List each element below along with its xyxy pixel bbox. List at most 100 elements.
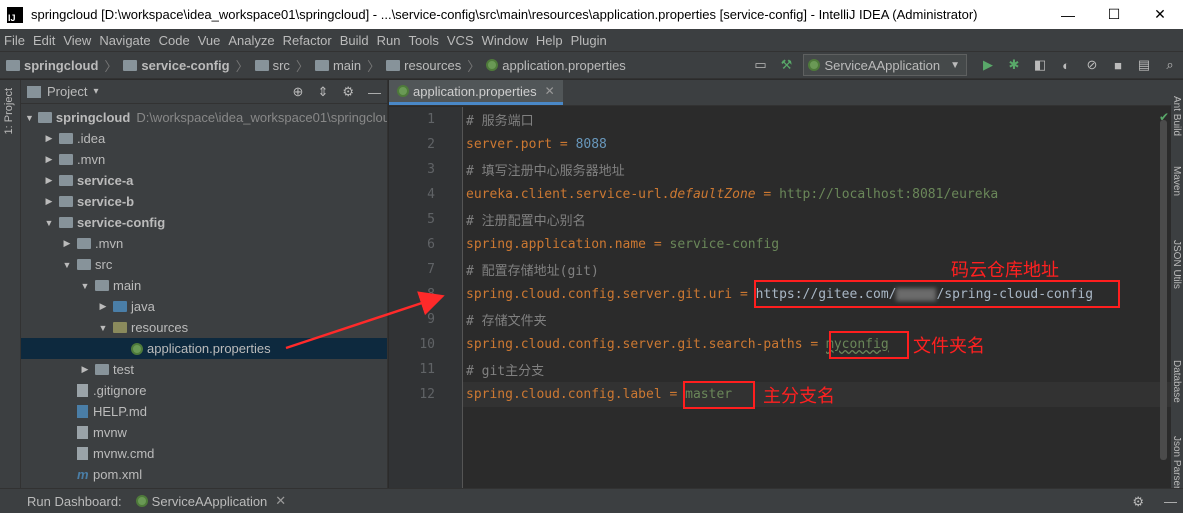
close-tab-icon[interactable]: ✕ <box>545 84 555 98</box>
stop-icon[interactable]: ■ <box>1107 54 1129 76</box>
code-line[interactable]: 11 # git主分支 <box>419 357 1171 382</box>
hammer-icon[interactable]: ⚒ <box>775 54 797 76</box>
code-line[interactable]: 4 eureka.client.service-url.defaultZone =… <box>427 182 1171 207</box>
tool-tab-json-utils[interactable]: JSON Utils <box>1171 240 1182 289</box>
close-button[interactable]: ✕ <box>1137 0 1183 29</box>
tree-node[interactable]: .gitignore <box>21 380 387 401</box>
run-configuration-select[interactable]: ServiceAApplication ▼ <box>803 54 967 76</box>
collapsed-arrow-icon[interactable]: ▶ <box>43 196 55 207</box>
menu-run[interactable]: Run <box>377 33 401 48</box>
gear-icon[interactable]: ⚙ <box>342 84 354 100</box>
menu-refactor[interactable]: Refactor <box>283 33 332 48</box>
locate-icon[interactable]: ⊕ <box>293 84 304 100</box>
menu-tools[interactable]: Tools <box>409 33 439 48</box>
menu-navigate[interactable]: Navigate <box>99 33 150 48</box>
tree-node[interactable]: mvnw <box>21 422 387 443</box>
tree-node[interactable]: ▶ service-a <box>21 170 387 191</box>
close-tab-icon[interactable]: ✕ <box>275 493 286 509</box>
breadcrumb-item[interactable]: application.properties <box>486 58 626 73</box>
collapsed-arrow-icon[interactable]: ▶ <box>79 364 91 375</box>
tree-node[interactable]: ▶ .idea <box>21 128 387 149</box>
coverage-icon[interactable]: ◧ <box>1029 54 1051 76</box>
breadcrumb-item[interactable]: resources 〉 <box>386 56 480 75</box>
attach-icon[interactable]: ⊘ <box>1081 54 1103 76</box>
tree-node[interactable]: ▼ main <box>21 275 387 296</box>
breadcrumb: springcloud 〉 service-config 〉 src 〉 main 〉 reso… <box>0 56 626 75</box>
project-structure-icon[interactable]: ▤ <box>1133 54 1155 76</box>
minimize-button[interactable]: — <box>1045 0 1091 29</box>
tool-tab-database[interactable]: Database <box>1171 360 1182 403</box>
collapsed-arrow-icon[interactable]: ▶ <box>97 301 109 312</box>
project-tool-tab[interactable]: 1: Project <box>3 88 15 134</box>
code-line[interactable]: 9 # 存储文件夹 <box>427 307 1171 332</box>
tree-node[interactable]: ▼ service-config <box>21 212 387 233</box>
editor-tab-application-properties[interactable]: application.properties ✕ <box>389 80 563 105</box>
maximize-button[interactable]: ☐ <box>1091 0 1137 29</box>
code-line[interactable]: 1 # 服务端口 <box>427 107 1171 132</box>
collapse-all-icon[interactable]: ⇕ <box>317 84 328 100</box>
code-line[interactable]: 7 # 配置存储地址(git) <box>427 257 1171 282</box>
tool-tab-maven[interactable]: Maven <box>1171 166 1182 196</box>
menu-analyze[interactable]: Analyze <box>228 33 274 48</box>
expanded-arrow-icon[interactable]: ▼ <box>25 113 34 123</box>
menu-file[interactable]: File <box>4 33 25 48</box>
tree-node[interactable]: ▼ resources <box>21 317 387 338</box>
breadcrumb-item[interactable]: src 〉 <box>254 56 309 75</box>
tree-node[interactable]: ▼ springcloud D:\workspace\idea_workspace0… <box>21 107 387 128</box>
collapsed-arrow-icon[interactable]: ▶ <box>43 175 55 186</box>
tree-node[interactable]: ▶ java <box>21 296 387 317</box>
profile-icon[interactable]: ◐ <box>1055 54 1077 76</box>
code-line[interactable]: 2 server.port = 8088 <box>427 132 1171 157</box>
collapsed-arrow-icon[interactable]: ▶ <box>43 154 55 165</box>
hide-panel-icon[interactable]: — <box>1164 494 1177 509</box>
breadcrumb-item[interactable]: springcloud 〉 <box>6 56 117 75</box>
collapsed-arrow-icon[interactable]: ▶ <box>61 238 73 249</box>
menu-view[interactable]: View <box>63 33 91 48</box>
tree-node[interactable]: ▼ src <box>21 254 387 275</box>
tool-tab-ant-build[interactable]: Ant Build <box>1171 96 1182 136</box>
tree-node[interactable]: ▶ .mvn <box>21 149 387 170</box>
expanded-arrow-icon[interactable]: ▼ <box>61 260 73 270</box>
code-line[interactable]: 3 # 填写注册中心服务器地址 <box>427 157 1171 182</box>
folder-icon <box>59 175 73 186</box>
menu-help[interactable]: Help <box>536 33 563 48</box>
menu-plugin[interactable]: Plugin <box>571 33 607 48</box>
tree-node-label: java <box>131 299 155 314</box>
collapsed-arrow-icon[interactable]: ▶ <box>43 133 55 144</box>
tree-node[interactable]: application.properties <box>21 338 387 359</box>
tree-node[interactable]: HELP.md <box>21 401 387 422</box>
code-line[interactable]: 6 spring.application.name = service-confi… <box>427 232 1171 257</box>
menu-edit[interactable]: Edit <box>33 33 55 48</box>
expanded-arrow-icon[interactable]: ▼ <box>79 281 91 291</box>
gear-icon[interactable]: ⚙ <box>1132 494 1144 510</box>
code-token: server.port <box>466 137 560 152</box>
menu-vue[interactable]: Vue <box>198 33 221 48</box>
menu-vcs[interactable]: VCS <box>447 33 474 48</box>
tree-node[interactable]: ▶ .mvn <box>21 233 387 254</box>
tree-node[interactable]: m pom.xml <box>21 464 387 485</box>
expanded-arrow-icon[interactable]: ▼ <box>43 218 55 228</box>
tree-node[interactable]: mvnw.cmd <box>21 443 387 464</box>
hide-panel-icon[interactable]: — <box>368 85 381 100</box>
left-tool-stripe: 1: Project <box>0 80 21 488</box>
menu-build[interactable]: Build <box>340 33 369 48</box>
tree-node-label: main <box>113 278 142 293</box>
search-icon[interactable]: ⌕ <box>1159 54 1181 76</box>
chevron-down-icon[interactable]: ▾ <box>93 86 98 97</box>
menu-code[interactable]: Code <box>159 33 190 48</box>
project-view-label[interactable]: Project <box>47 84 87 99</box>
tree-node[interactable]: ▶ test <box>21 359 387 380</box>
run-icon[interactable]: ▶ <box>977 54 999 76</box>
terminal-icon[interactable]: ▭ <box>749 54 771 76</box>
vertical-scrollbar[interactable] <box>1160 120 1167 460</box>
breadcrumb-item[interactable]: main 〉 <box>314 56 380 75</box>
menu-window[interactable]: Window <box>482 33 528 48</box>
run-dashboard-tab[interactable]: ServiceAApplication ✕ <box>135 493 286 509</box>
tree-node[interactable]: ▶ service-b <box>21 191 387 212</box>
tool-tab-json-parser[interactable]: Json Parser <box>1171 436 1182 488</box>
debug-icon[interactable]: ✱ <box>1003 54 1025 76</box>
code-line[interactable]: 5 # 注册配置中心别名 <box>427 207 1171 232</box>
breadcrumb-item[interactable]: service-config 〉 <box>123 56 249 75</box>
code-line[interactable]: 10 spring.cloud.config.server.git.search-… <box>419 332 1171 357</box>
expanded-arrow-icon[interactable]: ▼ <box>97 323 109 333</box>
